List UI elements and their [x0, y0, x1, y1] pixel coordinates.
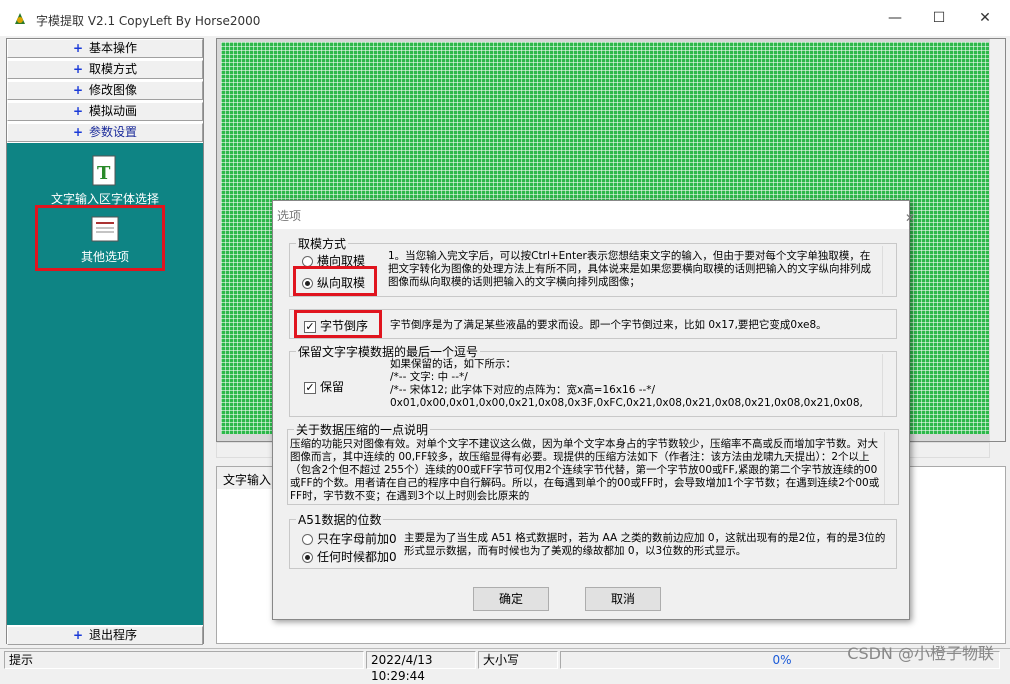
- sidebar-item-label: 模拟动画: [89, 104, 138, 118]
- radio-letter-only-label: 只在字母前加0: [317, 532, 397, 546]
- example-line: 如果保留的话，如下所示：: [390, 358, 516, 370]
- plus-icon: +: [72, 125, 84, 139]
- sidebar-item-basic[interactable]: + 基本操作: [7, 39, 203, 58]
- font-icon: T: [92, 155, 116, 186]
- close-icon: ✕: [905, 211, 916, 225]
- checkbox-checked-icon: ✓: [304, 380, 316, 394]
- ok-button[interactable]: 确定: [473, 587, 549, 611]
- keep-comma-label: 保留: [320, 380, 345, 394]
- status-hint: 提示: [4, 651, 364, 669]
- plus-icon: +: [72, 104, 84, 118]
- sidebar-item-label: 取模方式: [89, 62, 138, 76]
- a51-group-label: A51数据的位数: [296, 511, 384, 528]
- maximize-icon: ☐: [932, 10, 946, 26]
- a51-note: 主要是为了当生成 A51 格式数据时，若为 AA 之类的数前边应加 0，这就出现…: [404, 532, 886, 557]
- minimize-icon: —: [888, 10, 902, 26]
- plus-icon: +: [72, 628, 84, 642]
- compression-scrollbar[interactable]: [884, 432, 898, 504]
- svg-text:T: T: [97, 163, 111, 184]
- radio-always[interactable]: 任何时候都加0: [302, 548, 397, 565]
- font-select-item[interactable]: T 文字输入区字体选择: [7, 155, 203, 207]
- mode-note-scrollbar[interactable]: [882, 246, 896, 294]
- dialog-title-bar: 选项 ✕: [273, 201, 915, 229]
- mode-group-label: 取模方式: [296, 235, 349, 252]
- title-bar: 字模提取 V2.1 CopyLeft By Horse2000 — ☐ ✕: [0, 0, 1010, 36]
- radio-letter-only[interactable]: 只在字母前加0: [302, 530, 397, 547]
- status-datetime: 2022/4/13 10:29:44: [366, 651, 476, 683]
- options-dialog: 选项 ✕ 取模方式 横向取模 纵向取模 1。当您输入完文字后，可以按Ctrl+E…: [272, 200, 915, 620]
- plus-icon: +: [72, 83, 84, 97]
- maximize-button[interactable]: ☐: [916, 0, 962, 36]
- example-line: /*-- 宋体12; 此字体下对应的点阵为：宽x高=16x16 --*/: [390, 384, 656, 396]
- watermark: CSDN @小橙子物联: [847, 644, 994, 663]
- sidebar-item-label: 参数设置: [89, 125, 138, 139]
- compression-group: 关于数据压缩的一点说明 压缩的功能只对图像有效。对单个文字不建议这么做，因为单个…: [287, 421, 899, 505]
- highlight-box: [294, 310, 382, 338]
- app-icon: [15, 13, 25, 24]
- radio-icon: [302, 534, 313, 545]
- close-button[interactable]: ✕: [962, 0, 1008, 36]
- plus-icon: +: [72, 62, 84, 76]
- sidebar-item-edit-image[interactable]: + 修改图像: [7, 81, 203, 100]
- sidebar-item-label: 修改图像: [89, 83, 138, 97]
- keep-comma-group: 保留文字字模数据的最后一个逗号 ✓ 保留 如果保留的话，如下所示： /*-- 文字…: [289, 343, 897, 417]
- cancel-button[interactable]: 取消: [585, 587, 661, 611]
- window-title: 字模提取 V2.1 CopyLeft By Horse2000: [36, 14, 261, 28]
- keep-comma-scrollbar[interactable]: [882, 354, 896, 416]
- highlight-box: [35, 205, 165, 271]
- radio-always-label: 任何时候都加0: [317, 550, 397, 564]
- mode-note: 1。当您输入完文字后，可以按Ctrl+Enter表示您想结束文字的输入，但由于要…: [388, 250, 871, 288]
- dialog-title: 选项: [277, 209, 302, 223]
- canvas-vertical-scrollbar[interactable]: [989, 39, 1005, 441]
- compression-note: 压缩的功能只对图像有效。对单个文字不建议这么做，因为单个文字本身占的字节数较少，…: [290, 438, 880, 502]
- compression-group-label: 关于数据压缩的一点说明: [294, 421, 431, 438]
- radio-selected-icon: [302, 552, 313, 563]
- highlight-box: [293, 266, 377, 296]
- settings-panel: T 文字输入区字体选择 其他选项: [7, 143, 203, 625]
- text-input-tab[interactable]: 文字输入: [217, 467, 278, 489]
- a51-group: A51数据的位数 只在字母前加0 任何时候都加0 主要是为了当生成 A51 格式…: [289, 511, 897, 569]
- example-line: 0x01,0x00,0x01,0x00,0x21,0x08,0x3F,0xFC,…: [390, 397, 863, 409]
- close-icon: ✕: [979, 10, 991, 26]
- byte-reverse-note: 字节倒序是为了满足某些液晶的要求而设。即一个字节倒过来，比如 0x17,要把它变…: [390, 319, 827, 331]
- sidebar-item-animation[interactable]: + 模拟动画: [7, 102, 203, 121]
- example-line: /*-- 文字: 中 --*/: [390, 371, 468, 383]
- splitter[interactable]: [205, 38, 215, 644]
- minimize-button[interactable]: —: [872, 0, 918, 36]
- plus-icon: +: [72, 41, 84, 55]
- status-case: 大小写: [478, 651, 558, 669]
- exit-label: 退出程序: [89, 628, 138, 642]
- sidebar-item-label: 基本操作: [89, 41, 138, 55]
- sidebar-item-mode[interactable]: + 取模方式: [7, 60, 203, 79]
- sidebar-item-settings[interactable]: + 参数设置: [7, 123, 203, 142]
- keep-comma-checkbox[interactable]: ✓ 保留: [304, 378, 344, 395]
- keep-comma-example: 如果保留的话，如下所示： /*-- 文字: 中 --*/ /*-- 宋体12; …: [390, 358, 876, 412]
- mode-group: 取模方式 横向取模 纵向取模 1。当您输入完文字后，可以按Ctrl+Enter表…: [289, 235, 897, 297]
- exit-button[interactable]: + 退出程序: [7, 626, 203, 645]
- byte-reverse-group: ✓ 字节倒序 字节倒序是为了满足某些液晶的要求而设。即一个字节倒过来，比如 0x1…: [289, 309, 897, 339]
- sidebar: + 基本操作 + 取模方式 + 修改图像 + 模拟动画 + 参数设置 T 文字输入区字体选…: [6, 38, 204, 645]
